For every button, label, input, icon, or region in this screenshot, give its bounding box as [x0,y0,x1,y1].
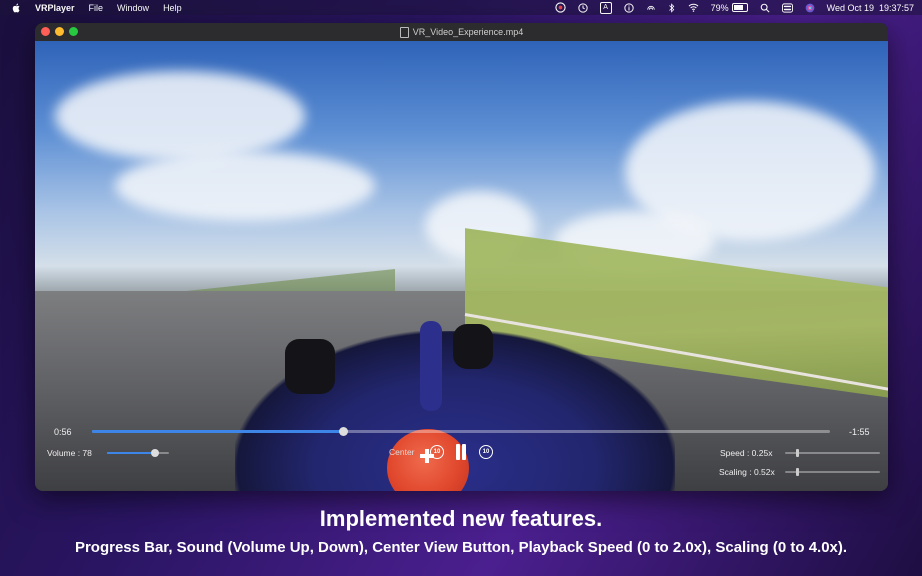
battery-status[interactable]: 79% [711,3,748,13]
screen-share-icon[interactable] [554,2,566,13]
cloud [55,71,305,161]
car-wheel-right [453,324,493,369]
window-title: VR_Video_Experience.mp4 [412,27,524,37]
battery-percent: 79% [710,2,729,13]
info-icon[interactable] [623,2,634,13]
volume-slider[interactable] [107,449,169,457]
car-nose [420,321,442,411]
siri-icon[interactable] [805,3,815,13]
bluetooth-icon[interactable] [668,2,676,13]
progress-bar[interactable] [92,427,830,436]
menu-file[interactable]: File [89,3,104,13]
menu-clock[interactable]: Wed Oct 19 19:37:57 [827,3,914,13]
player-window: VR_Video_Experience.mp4 0:56 -1:55 Volum… [35,23,888,491]
elapsed-time: 0:56 [54,427,72,437]
close-window-button[interactable] [41,27,50,36]
input-source-icon[interactable]: A [599,1,612,14]
skip-back-button[interactable]: 10 [430,445,444,459]
control-center-icon[interactable] [781,2,793,13]
car-wheel-left [285,339,335,394]
apple-menu-icon[interactable] [12,3,21,13]
scaling-label: Scaling : 0.52x [719,467,775,477]
speed-knob[interactable] [795,449,799,457]
caption-subtitle: Progress Bar, Sound (Volume Up, Down), C… [74,539,848,556]
document-icon [399,26,409,38]
spotlight-search-icon[interactable] [760,3,770,13]
remaining-time: -1:55 [849,427,870,437]
scaling-slider[interactable] [785,468,880,476]
skip-forward-button[interactable]: 10 [479,445,493,459]
speed-label: Speed : 0.25x [720,448,773,458]
video-viewport[interactable]: 0:56 -1:55 Volume : 78 Center 10 10 Spee… [35,41,888,491]
title-bar[interactable]: VR_Video_Experience.mp4 [35,23,888,41]
time-machine-icon[interactable] [577,2,588,13]
airdrop-icon[interactable] [646,3,656,13]
center-view-button[interactable]: Center [389,447,415,457]
scaling-knob[interactable] [796,468,800,476]
minimize-window-button[interactable] [55,27,64,36]
menu-help[interactable]: Help [163,3,182,13]
progress-knob[interactable] [338,427,348,436]
volume-fill [107,452,156,454]
cloud [115,151,375,221]
pause-button[interactable] [454,444,468,460]
caption-title: Implemented new features. [319,506,603,531]
volume-label: Volume : 78 [47,448,92,458]
progress-fill [92,430,343,433]
app-name-menu[interactable]: VRPlayer [35,3,75,13]
speed-slider[interactable] [785,449,880,457]
wifi-icon[interactable] [688,3,699,12]
menu-bar: VRPlayer File Window Help A 79% Wed Oct … [0,0,922,15]
menu-window[interactable]: Window [117,3,149,13]
zoom-window-button[interactable] [69,27,78,36]
battery-icon [731,3,748,12]
